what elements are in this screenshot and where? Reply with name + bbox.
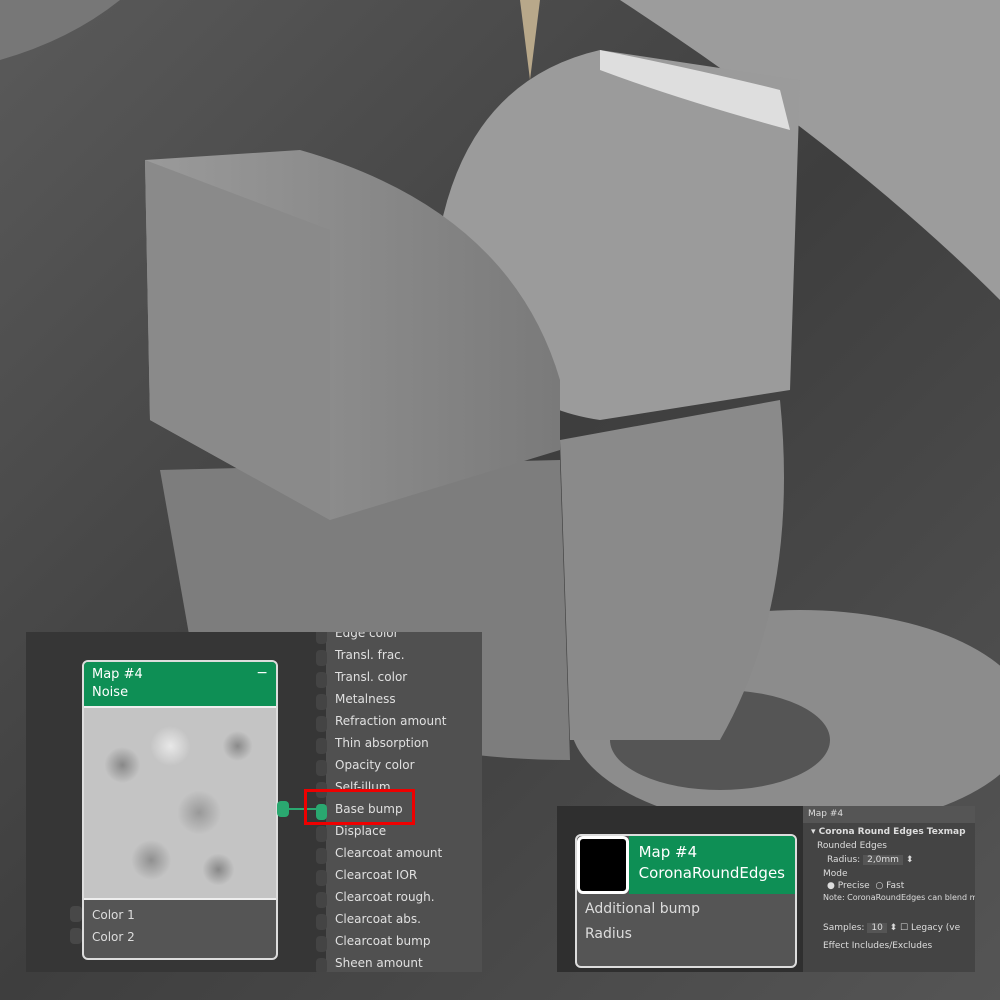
properties-header: Map #4 bbox=[803, 806, 975, 823]
material-input-item[interactable]: Refraction amount bbox=[335, 714, 446, 728]
material-input-item[interactable]: Edge color bbox=[335, 632, 399, 640]
material-input-item[interactable]: Displace bbox=[335, 824, 386, 838]
input-color-1[interactable]: Color 1 bbox=[84, 904, 276, 926]
input-port[interactable] bbox=[316, 738, 327, 754]
material-input-item[interactable]: Sheen amount bbox=[335, 956, 423, 970]
material-input-item[interactable]: Clearcoat amount bbox=[335, 846, 442, 860]
map-thumbnail bbox=[577, 836, 629, 894]
material-input-item[interactable]: Opacity color bbox=[335, 758, 415, 772]
input-port-color-2[interactable] bbox=[70, 928, 82, 944]
noise-preview-thumbnail bbox=[84, 706, 276, 900]
input-color-2[interactable]: Color 2 bbox=[84, 926, 276, 948]
material-input-item[interactable]: Clearcoat rough. bbox=[335, 890, 435, 904]
material-input-item[interactable]: Transl. frac. bbox=[335, 648, 405, 662]
input-port[interactable] bbox=[316, 892, 327, 908]
input-port[interactable] bbox=[316, 936, 327, 952]
highlight-box bbox=[304, 789, 415, 825]
fast-label: Fast bbox=[886, 881, 905, 891]
radius-label: Radius: bbox=[827, 855, 861, 865]
output-port[interactable] bbox=[277, 801, 289, 817]
material-input-item[interactable]: Metalness bbox=[335, 692, 396, 706]
mode-radios: ● Precise ○ Fast bbox=[803, 879, 975, 893]
input-port[interactable] bbox=[316, 958, 327, 972]
input-port[interactable] bbox=[316, 716, 327, 732]
material-input-item[interactable]: Transl. color bbox=[335, 670, 407, 684]
round-edges-map-node[interactable]: Map #4 CoronaRoundEdges Additional bump … bbox=[575, 834, 797, 968]
properties-panel: Map #4 ▾ Corona Round Edges Texmap Round… bbox=[803, 806, 975, 972]
samples-spinner[interactable]: 10 bbox=[867, 923, 887, 933]
material-input-item[interactable]: Clearcoat IOR bbox=[335, 868, 417, 882]
mode-label: Mode bbox=[823, 869, 848, 879]
node-type: Noise bbox=[92, 685, 129, 700]
input-port[interactable] bbox=[316, 672, 327, 688]
input-port[interactable] bbox=[316, 632, 327, 644]
effect-includes-group: Effect Includes/Excludes bbox=[823, 941, 933, 951]
node-type: CoronaRoundEdges bbox=[638, 864, 785, 882]
radius-spinner[interactable]: 2,0mm bbox=[863, 855, 903, 865]
node-editor-panel-2[interactable]: Map #4 CoronaRoundEdges Additional bump … bbox=[557, 806, 975, 972]
radio-precise[interactable]: ● Precise bbox=[827, 881, 870, 891]
radio-fast[interactable]: ○ Fast bbox=[875, 881, 904, 891]
input-port[interactable] bbox=[316, 760, 327, 776]
samples-row: Samples: 10 ⬍ ☐ Legacy (ve bbox=[823, 923, 961, 933]
material-input-item[interactable]: Thin absorption bbox=[335, 736, 429, 750]
material-input-item[interactable]: Clearcoat abs. bbox=[335, 912, 421, 926]
input-radius[interactable]: Radius bbox=[577, 921, 795, 948]
input-port[interactable] bbox=[316, 650, 327, 666]
radius-row: Radius: 2,0mm ⬍ bbox=[827, 855, 914, 865]
input-port[interactable] bbox=[316, 870, 327, 886]
input-port[interactable] bbox=[316, 694, 327, 710]
node-header[interactable]: Map #4 CoronaRoundEdges bbox=[628, 836, 795, 894]
group-label: Rounded Edges bbox=[817, 841, 887, 851]
rollout-title[interactable]: ▾ Corona Round Edges Texmap bbox=[803, 823, 975, 841]
node-title: Map #4 bbox=[92, 667, 143, 682]
input-port-color-1[interactable] bbox=[70, 906, 82, 922]
node-editor-panel[interactable]: Map #4 Noise − Color 1 Color 2 Edge colo… bbox=[26, 632, 482, 972]
material-input-item[interactable]: Clearcoat bump bbox=[335, 934, 430, 948]
input-additional-bump[interactable]: Additional bump bbox=[577, 894, 795, 921]
input-port[interactable] bbox=[316, 826, 327, 842]
input-port[interactable] bbox=[316, 848, 327, 864]
precise-label: Precise bbox=[837, 881, 870, 891]
legacy-checkbox[interactable]: Legacy (ve bbox=[911, 923, 960, 933]
input-port[interactable] bbox=[316, 914, 327, 930]
node-title: Map #4 bbox=[638, 843, 698, 861]
samples-label: Samples: bbox=[823, 923, 865, 933]
noise-map-node[interactable]: Map #4 Noise − Color 1 Color 2 bbox=[82, 660, 278, 960]
rollout-label: Corona Round Edges Texmap bbox=[818, 827, 966, 837]
mode-note: Note: CoronaRoundEdges can blend mesh el… bbox=[823, 893, 975, 902]
minimize-button[interactable]: − bbox=[256, 664, 268, 682]
node-header[interactable]: Map #4 Noise − bbox=[84, 662, 276, 706]
